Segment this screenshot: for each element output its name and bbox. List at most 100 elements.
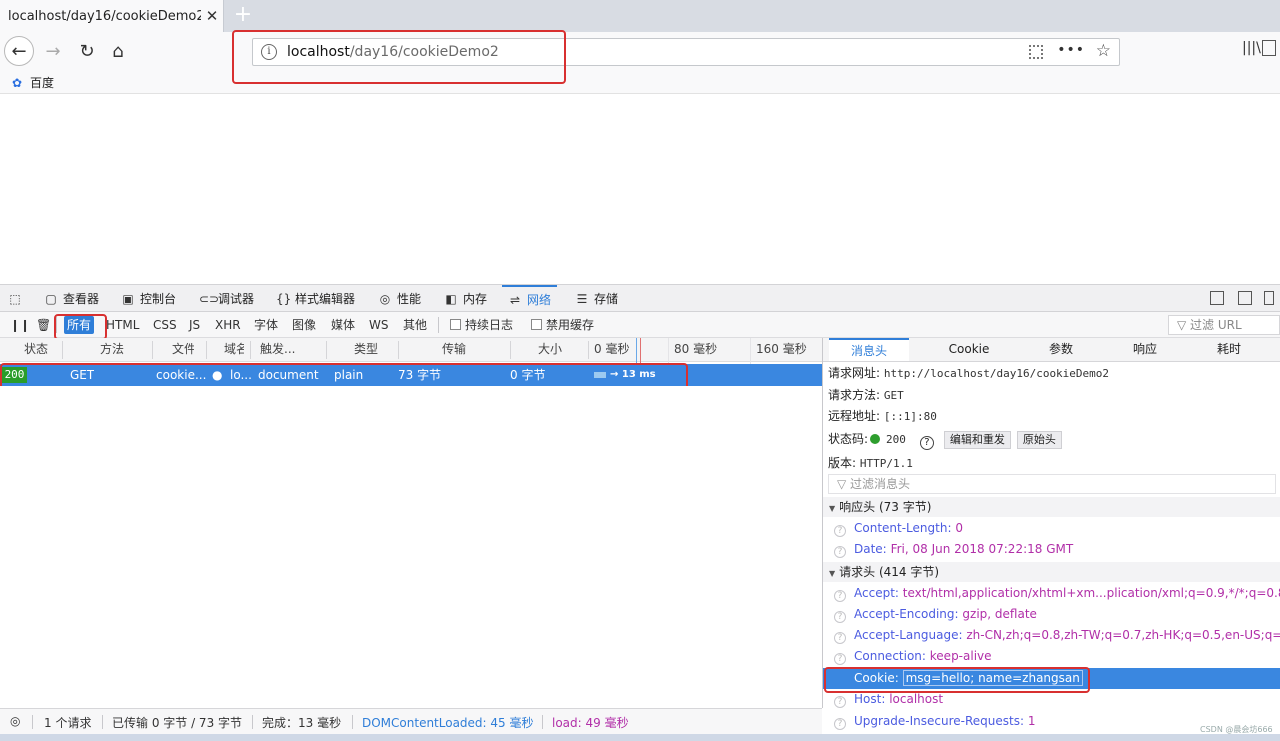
- edit-resend-button[interactable]: 编辑和重发: [943, 431, 1011, 449]
- request-transferred: 73 字节: [398, 368, 442, 382]
- disable-cache-checkbox[interactable]: 禁用缓存: [531, 316, 594, 334]
- header-value: 0: [955, 521, 963, 535]
- url-text[interactable]: localhost/day16/cookieDemo2: [287, 44, 499, 60]
- col-file[interactable]: 文件: [172, 338, 194, 361]
- header-row[interactable]: ? Accept: text/html,application/xhtml+xm.…: [823, 583, 1280, 604]
- filter-css[interactable]: CSS: [150, 316, 180, 334]
- col-transferred[interactable]: 传输: [442, 338, 466, 361]
- close-tab-icon[interactable]: ✕: [201, 7, 223, 25]
- persist-log-label: 持续日志: [465, 318, 514, 332]
- header-row[interactable]: ? Upgrade-Insecure-Requests: 1: [823, 711, 1203, 732]
- tool-style-editor[interactable]: {} 样式编辑器: [276, 285, 355, 312]
- url-filter-input[interactable]: ▽ 过滤 URL: [1168, 315, 1280, 335]
- tab-cookies[interactable]: Cookie: [931, 338, 1007, 361]
- header-name: Accept-Encoding:: [854, 607, 959, 621]
- persist-log-checkbox[interactable]: 持续日志: [450, 316, 513, 334]
- col-cause[interactable]: 触发...: [260, 338, 295, 361]
- tool-debugger[interactable]: ⊂⊃ 调试器: [199, 285, 254, 312]
- tool-inspector[interactable]: ▢ 查看器: [44, 285, 99, 312]
- divider: [352, 715, 353, 729]
- tool-label: 样式编辑器: [295, 292, 356, 306]
- header-name: Accept-Language:: [854, 628, 963, 642]
- col-size[interactable]: 大小: [538, 338, 562, 361]
- bookmark-star-icon[interactable]: ☆: [1096, 41, 1111, 61]
- header-row[interactable]: ? Accept-Language: zh-CN,zh;q=0.8,zh-TW;q…: [823, 625, 1280, 646]
- header-row[interactable]: ? Date: Fri, 08 Jun 2018 07:22:18 GMT: [823, 539, 1280, 560]
- tool-network[interactable]: ⇌ 网络: [502, 285, 558, 312]
- tool-performance[interactable]: ◎ 性能: [378, 285, 421, 312]
- header-row[interactable]: ? Accept-Encoding: gzip, deflate: [823, 604, 1280, 625]
- qr-code-icon[interactable]: [1029, 45, 1043, 59]
- style-editor-icon: {}: [276, 291, 292, 306]
- network-icon: ⇌: [509, 292, 521, 307]
- header-row[interactable]: ? Connection: keep-alive: [823, 646, 1280, 667]
- tab-timings[interactable]: 耗时: [1191, 338, 1267, 361]
- browser-tab[interactable]: localhost/day16/cookieDemo2 ✕: [0, 0, 224, 32]
- element-picker-button[interactable]: ⬚: [8, 285, 22, 312]
- home-button[interactable]: ⌂: [103, 36, 133, 66]
- trash-icon[interactable]: 🗑: [36, 316, 51, 334]
- filter-fonts[interactable]: 字体: [251, 316, 281, 334]
- filter-media[interactable]: 媒体: [328, 316, 358, 334]
- library-icon[interactable]: |||\: [1242, 40, 1261, 56]
- help-icon[interactable]: ?: [919, 436, 934, 450]
- filter-xhr[interactable]: XHR: [212, 316, 244, 334]
- cookie-header-row[interactable]: ?Cookie: msg=hello; name=zhangsan: [823, 668, 1280, 689]
- forward-button[interactable]: →: [38, 36, 68, 66]
- finish-time: 完成：13 毫秒: [262, 716, 342, 730]
- col-domain[interactable]: 域名: [224, 338, 244, 361]
- filter-images[interactable]: 图像: [289, 316, 319, 334]
- performance-analysis-icon[interactable]: ◎: [10, 714, 20, 728]
- filter-headers-input[interactable]: ▽ 过滤消息头: [828, 474, 1276, 494]
- cookie-header-value[interactable]: msg=hello; name=zhangsan: [902, 670, 1083, 686]
- new-tab-button[interactable]: +: [232, 3, 254, 27]
- tab-response[interactable]: 响应: [1107, 338, 1183, 361]
- http-version-value: HTTP/1.1: [859, 457, 913, 470]
- request-size: 0 字节: [510, 368, 546, 382]
- divider: [152, 341, 153, 359]
- dock-icon[interactable]: [1210, 291, 1224, 305]
- header-row[interactable]: ? Host: localhost: [823, 689, 1280, 708]
- col-status[interactable]: 状态: [24, 338, 48, 361]
- col-type[interactable]: 类型: [354, 338, 378, 361]
- page-actions-icon[interactable]: •••: [1057, 42, 1085, 58]
- header-name: Date:: [854, 542, 887, 556]
- filter-ws[interactable]: WS: [366, 316, 391, 334]
- response-headers-section[interactable]: ▼ 响应头 (73 字节): [823, 497, 1280, 517]
- back-button[interactable]: ←: [4, 36, 34, 66]
- tab-headers[interactable]: 消息头: [829, 338, 909, 361]
- tab-params[interactable]: 参数: [1023, 338, 1099, 361]
- filter-html[interactable]: HTML: [103, 316, 142, 334]
- bookmarks-toolbar: ✿ 百度: [0, 70, 1280, 94]
- tool-storage[interactable]: ☰ 存储: [575, 285, 618, 312]
- header-row[interactable]: ? Content-Length: 0: [823, 518, 1280, 539]
- filter-js[interactable]: JS: [186, 316, 203, 334]
- col-method[interactable]: 方法: [100, 338, 124, 361]
- request-headers-section[interactable]: ▼ 请求头 (414 字节): [823, 562, 1280, 582]
- filter-all[interactable]: 所有: [64, 316, 95, 334]
- reload-button[interactable]: ↻: [72, 36, 102, 66]
- responsive-icon[interactable]: [1264, 291, 1274, 305]
- pause-icon[interactable]: ❙❙: [10, 316, 30, 334]
- help-icon: ?: [834, 653, 846, 665]
- raw-headers-button[interactable]: 原始头: [1016, 431, 1062, 449]
- memory-icon: ◧: [445, 291, 457, 306]
- settings-panel-icon[interactable]: [1238, 291, 1252, 305]
- checkbox-box: [531, 319, 542, 330]
- site-info-icon[interactable]: i: [261, 44, 277, 60]
- tool-memory[interactable]: ◧ 内存: [444, 285, 487, 312]
- http-version-row: 版本: HTTP/1.1: [828, 454, 913, 472]
- forward-arrow-icon: →: [45, 40, 61, 62]
- sidebar-icon[interactable]: [1262, 40, 1276, 56]
- tool-console[interactable]: ▣ 控制台: [121, 285, 176, 312]
- help-icon: ?: [834, 718, 846, 730]
- header-name: Content-Length:: [854, 521, 952, 535]
- request-row[interactable]: 200 GET cookie... ● lo... document plain…: [0, 364, 822, 386]
- remote-address-label: 远程地址:: [828, 409, 881, 423]
- url-bar[interactable]: i localhost/day16/cookieDemo2 ••• ☆: [252, 38, 1120, 66]
- filter-other[interactable]: 其他: [400, 316, 430, 334]
- request-method-row: 请求方法: GET: [828, 386, 904, 404]
- col-timeline-0[interactable]: 0 毫秒: [594, 338, 629, 361]
- bookmark-baidu[interactable]: ✿ 百度: [12, 74, 54, 91]
- request-headers-title: 请求头 (414 字节): [839, 565, 940, 579]
